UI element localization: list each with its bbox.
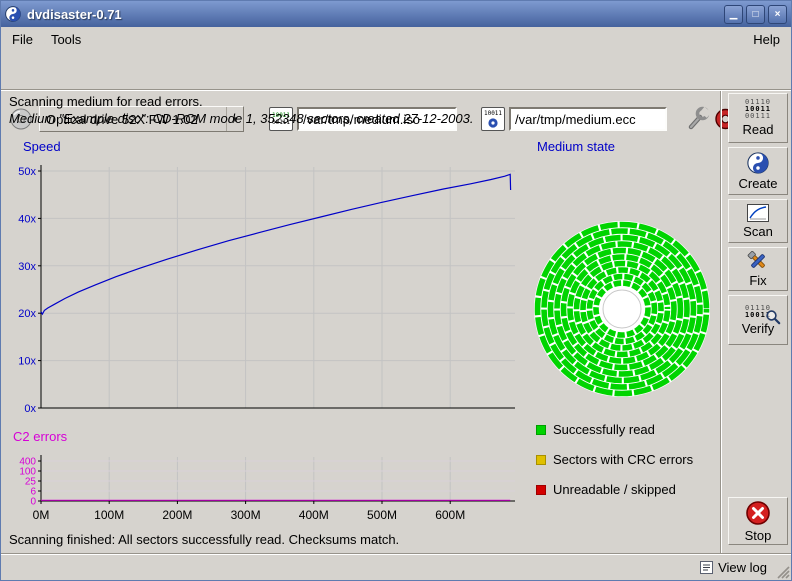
legend-label-crc: Sectors with CRC errors <box>553 452 693 467</box>
tools-icon <box>747 251 769 271</box>
maximize-button[interactable]: □ <box>746 5 765 24</box>
create-button-label: Create <box>738 176 777 191</box>
svg-text:100M: 100M <box>94 508 124 522</box>
svg-text:0x: 0x <box>24 403 36 415</box>
svg-text:400M: 400M <box>299 508 329 522</box>
ecc-icon-line1: 10011 <box>484 110 502 117</box>
scan-button-label: Scan <box>743 224 773 239</box>
status-line-primary: Scanning medium for read errors. <box>9 94 203 109</box>
ecc-disc-glyph <box>487 117 499 129</box>
legend-swatch-success <box>536 425 546 435</box>
app-icon <box>5 6 21 22</box>
legend-item-success: Successfully read <box>536 422 655 437</box>
stop-button-label: Stop <box>745 528 772 543</box>
read-button-label: Read <box>742 122 773 137</box>
menu-file[interactable]: File <box>3 29 42 50</box>
app-window: dvdisaster-0.71 ▁ □ × File Tools Help Op… <box>0 0 792 581</box>
svg-text:40x: 40x <box>18 213 36 225</box>
speed-chart-title: Speed <box>23 139 61 154</box>
menu-tools[interactable]: Tools <box>42 29 90 50</box>
scan-chart-icon <box>747 204 769 222</box>
svg-text:0M: 0M <box>33 508 50 522</box>
window-title: dvdisaster-0.71 <box>27 7 721 22</box>
svg-text:30x: 30x <box>18 261 36 273</box>
view-log-label: View log <box>718 560 767 575</box>
svg-text:0: 0 <box>30 497 36 508</box>
legend-label-success: Successfully read <box>553 422 655 437</box>
resize-grip[interactable] <box>775 564 790 579</box>
wrench-icon <box>685 106 710 132</box>
toolbar-separator <box>1 89 791 91</box>
menu-help[interactable]: Help <box>744 29 789 50</box>
read-button[interactable]: 01110 10011 00111 Read <box>728 93 788 143</box>
svg-text:300M: 300M <box>231 508 261 522</box>
stop-button[interactable]: Stop <box>728 497 788 545</box>
svg-text:200M: 200M <box>162 508 192 522</box>
legend-item-crc: Sectors with CRC errors <box>536 452 693 467</box>
svg-text:20x: 20x <box>18 308 36 320</box>
svg-text:50x: 50x <box>18 166 36 178</box>
legend-swatch-unreadable <box>536 485 546 495</box>
titlebar[interactable]: dvdisaster-0.71 ▁ □ × <box>1 1 791 27</box>
svg-text:10x: 10x <box>18 356 36 368</box>
medium-state-title: Medium state <box>537 139 615 154</box>
scan-button[interactable]: Scan <box>728 199 788 243</box>
toolbar: Optical drive 52X FW 1.02 ▼ 10011 00111 … <box>1 51 791 89</box>
ecc-file-icon: 10011 <box>481 107 505 131</box>
preferences-button[interactable] <box>685 106 710 132</box>
fix-button-label: Fix <box>749 273 766 288</box>
legend-item-unreadable: Unreadable / skipped <box>536 482 676 497</box>
sidebar-separator <box>720 91 722 553</box>
log-icon <box>700 561 713 574</box>
read-icon-line3: 00111 <box>745 113 771 120</box>
svg-text:500M: 500M <box>367 508 397 522</box>
c2-errors-chart-title: C2 errors <box>13 429 67 444</box>
fix-button[interactable]: Fix <box>728 247 788 291</box>
binary-icon: 01110 10011 00111 <box>745 99 771 120</box>
create-button[interactable]: Create <box>728 147 788 195</box>
legend-label-unreadable: Unreadable / skipped <box>553 482 676 497</box>
completion-status-text: Scanning finished: All sectors successfu… <box>9 532 399 547</box>
verify-icon: 01110 10011 <box>745 305 771 319</box>
stop-icon <box>745 500 771 526</box>
magnifier-icon <box>765 309 781 325</box>
medium-state-disc <box>530 217 714 401</box>
svg-text:600M: 600M <box>435 508 465 522</box>
menubar: File Tools Help <box>1 27 791 51</box>
bottombar <box>1 555 791 581</box>
view-log-button[interactable]: View log <box>696 559 771 576</box>
verify-button[interactable]: 01110 10011 Verify <box>728 295 788 345</box>
speed-chart-svg: 0x 10x 20x 30x 40x 50x <box>7 153 519 415</box>
ecc-path-input[interactable] <box>509 107 667 131</box>
minimize-button[interactable]: ▁ <box>724 5 743 24</box>
status-line-medium-info: Medium "Example disc": CD-ROM mode 1, 35… <box>9 111 473 126</box>
yin-yang-icon <box>747 152 769 174</box>
c2-errors-chart-svg: 40010025600M100M200M300M400M500M600M <box>7 445 519 531</box>
close-button[interactable]: × <box>768 5 787 24</box>
legend-swatch-crc <box>536 455 546 465</box>
